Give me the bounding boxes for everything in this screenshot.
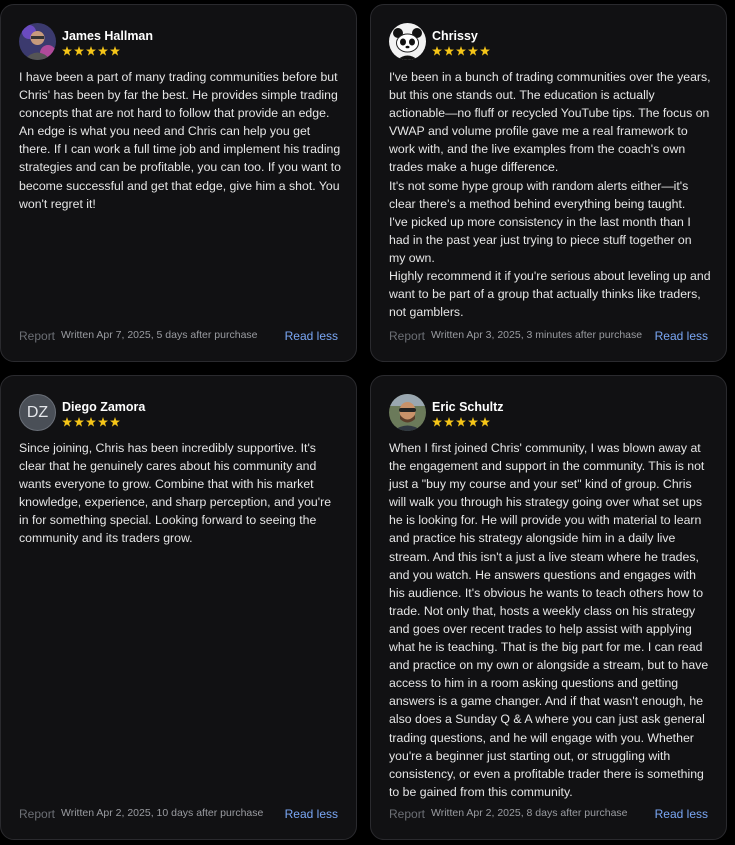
- star-rating: [62, 417, 120, 427]
- written-date: Written Apr 7, 2025, 5 days after purcha…: [61, 329, 258, 341]
- reviewer-name: Diego Zamora: [62, 400, 146, 414]
- star-icon: [86, 417, 96, 427]
- reviewer-name: Eric Schultz: [432, 400, 504, 414]
- review-footer: Report Written Apr 7, 2025, 5 days after…: [19, 325, 338, 345]
- avatar: [389, 394, 426, 431]
- review-text: I have been a part of many trading commu…: [19, 70, 341, 211]
- report-link[interactable]: Report: [389, 807, 425, 821]
- review-text: I've been in a bunch of trading communit…: [389, 70, 711, 320]
- read-less-link[interactable]: Read less: [655, 807, 708, 821]
- read-less-link[interactable]: Read less: [655, 329, 708, 343]
- written-date: Written Apr 3, 2025, 3 minutes after pur…: [431, 329, 643, 341]
- report-link[interactable]: Report: [19, 807, 55, 821]
- read-less-link[interactable]: Read less: [285, 807, 338, 821]
- star-icon: [110, 417, 120, 427]
- star-icon: [86, 46, 96, 56]
- star-icon: [480, 417, 490, 427]
- star-icon: [444, 417, 454, 427]
- review-card: Eric Schultz When I first joined Chris' …: [370, 375, 727, 840]
- review-card: DZ Diego Zamora Since joining, Chris has…: [0, 375, 357, 840]
- read-less-link[interactable]: Read less: [285, 329, 338, 343]
- review-footer: Report Written Apr 2, 2025, 10 days afte…: [19, 803, 338, 823]
- avatar: [19, 23, 56, 60]
- star-icon: [468, 46, 478, 56]
- report-link[interactable]: Report: [389, 329, 425, 343]
- star-icon: [110, 46, 120, 56]
- star-icon: [74, 46, 84, 56]
- avatar-initials: DZ: [19, 394, 56, 431]
- review-card: Chrissy I've been in a bunch of trading …: [370, 4, 727, 362]
- star-rating: [432, 417, 490, 427]
- star-rating: [62, 46, 120, 56]
- star-icon: [62, 417, 72, 427]
- star-icon: [74, 417, 84, 427]
- star-icon: [62, 46, 72, 56]
- review-card: James Hallman I have been a part of many…: [0, 4, 357, 362]
- report-link[interactable]: Report: [19, 329, 55, 343]
- written-date: Written Apr 2, 2025, 8 days after purcha…: [431, 807, 628, 819]
- avatar: [389, 23, 426, 60]
- review-text: Since joining, Chris has been incredibly…: [19, 441, 332, 546]
- reviewer-name: Chrissy: [432, 29, 478, 43]
- star-icon: [468, 417, 478, 427]
- star-icon: [98, 417, 108, 427]
- review-footer: Report Written Apr 3, 2025, 3 minutes af…: [389, 325, 708, 345]
- star-icon: [456, 46, 466, 56]
- review-footer: Report Written Apr 2, 2025, 8 days after…: [389, 803, 708, 823]
- star-icon: [480, 46, 490, 56]
- reviewer-name: James Hallman: [62, 29, 154, 43]
- written-date: Written Apr 2, 2025, 10 days after purch…: [61, 807, 264, 819]
- star-icon: [432, 417, 442, 427]
- star-icon: [444, 46, 454, 56]
- star-icon: [98, 46, 108, 56]
- review-text: When I first joined Chris' community, I …: [389, 441, 709, 799]
- star-rating: [432, 46, 490, 56]
- star-icon: [456, 417, 466, 427]
- star-icon: [432, 46, 442, 56]
